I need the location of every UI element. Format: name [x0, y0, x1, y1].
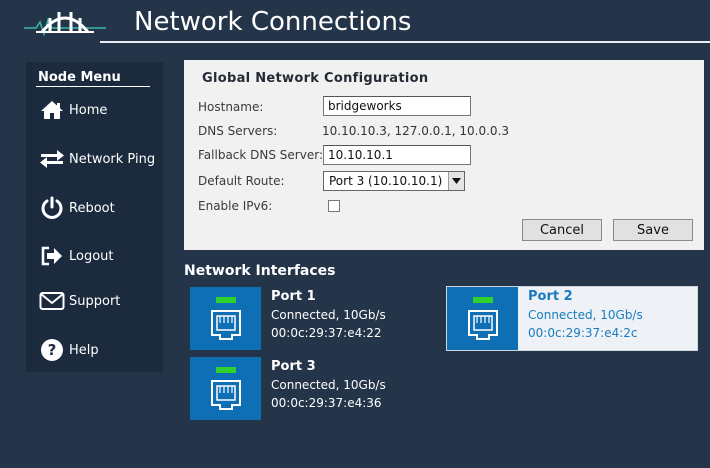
sidebar-item-label: Support — [69, 293, 121, 309]
port-name: Port 1 — [271, 289, 316, 304]
sidebar-item-logout[interactable]: Logout — [38, 241, 158, 271]
logout-icon — [38, 244, 66, 268]
bridge-logo-icon — [24, 12, 106, 37]
sidebar-item-support[interactable]: Support — [38, 286, 158, 316]
node-menu-title: Node Menu — [38, 70, 121, 85]
port-status: Connected, 10Gb/s — [528, 308, 643, 322]
dns-servers-label: DNS Servers: — [198, 124, 278, 138]
port-info: Port 3 Connected, 10Gb/s 00:0c:29:37:e4:… — [271, 358, 386, 412]
default-route-select[interactable]: Port 3 (10.10.10.1) — [323, 171, 465, 191]
port-status: Connected, 10Gb/s — [271, 308, 386, 322]
save-button[interactable]: Save — [613, 219, 693, 241]
home-icon — [38, 98, 66, 122]
default-route-value: Port 3 (10.10.10.1) — [329, 174, 443, 188]
fallback-dns-label: Fallback DNS Server: — [198, 148, 323, 162]
enable-ipv6-label: Enable IPv6: — [198, 199, 273, 213]
svg-text:?: ? — [48, 341, 57, 359]
power-icon — [38, 196, 66, 220]
help-icon: ? — [38, 338, 66, 362]
port-info: Port 2 Connected, 10Gb/s 00:0c:29:37:e4:… — [528, 288, 643, 342]
port-name: Port 3 — [271, 359, 316, 374]
sidebar-item-label: Help — [69, 342, 99, 358]
config-title: Global Network Configuration — [202, 71, 429, 86]
sidebar-item-label: Home — [69, 102, 108, 118]
chevron-down-icon — [448, 172, 464, 190]
port-status: Connected, 10Gb/s — [271, 378, 386, 392]
ethernet-port-icon — [190, 287, 261, 350]
node-menu: Node Menu Home Network Ping Reboot Logou… — [26, 62, 163, 372]
network-interfaces-title: Network Interfaces — [184, 263, 336, 279]
header: Network Connections — [0, 0, 710, 46]
envelope-icon — [38, 289, 66, 313]
cancel-button[interactable]: Cancel — [522, 219, 602, 241]
node-menu-divider — [36, 86, 150, 87]
port-mac: 00:0c:29:37:e4:22 — [271, 326, 382, 340]
ethernet-port-icon — [190, 357, 261, 420]
sidebar-item-label: Logout — [69, 248, 114, 264]
sidebar-item-reboot[interactable]: Reboot — [38, 193, 158, 223]
fallback-dns-input[interactable] — [323, 145, 471, 165]
app-title: Network Connections — [134, 7, 412, 37]
ethernet-port-icon — [447, 287, 518, 350]
sidebar-item-help[interactable]: ? Help — [38, 335, 158, 365]
port-name: Port 2 — [528, 289, 573, 304]
sidebar-item-network-ping[interactable]: Network Ping — [38, 144, 158, 174]
global-network-config-panel: Global Network Configuration Hostname: D… — [184, 60, 704, 250]
sidebar-item-label: Reboot — [69, 200, 115, 216]
enable-ipv6-checkbox[interactable] — [328, 200, 340, 212]
port-mac: 00:0c:29:37:e4:2c — [528, 326, 638, 340]
port-card-selected[interactable]: Port 2 Connected, 10Gb/s 00:0c:29:37:e4:… — [446, 286, 698, 351]
default-route-label: Default Route: — [198, 174, 285, 188]
port-info: Port 1 Connected, 10Gb/s 00:0c:29:37:e4:… — [271, 288, 386, 342]
arrows-exchange-icon — [38, 147, 66, 171]
sidebar-item-label: Network Ping — [69, 151, 156, 167]
dns-servers-value: 10.10.10.3, 127.0.0.1, 10.0.0.3 — [322, 124, 510, 138]
port-mac: 00:0c:29:37:e4:36 — [271, 396, 382, 410]
sidebar-item-home[interactable]: Home — [38, 95, 158, 125]
hostname-input[interactable] — [323, 96, 471, 116]
header-divider — [100, 41, 710, 43]
hostname-label: Hostname: — [198, 100, 264, 114]
